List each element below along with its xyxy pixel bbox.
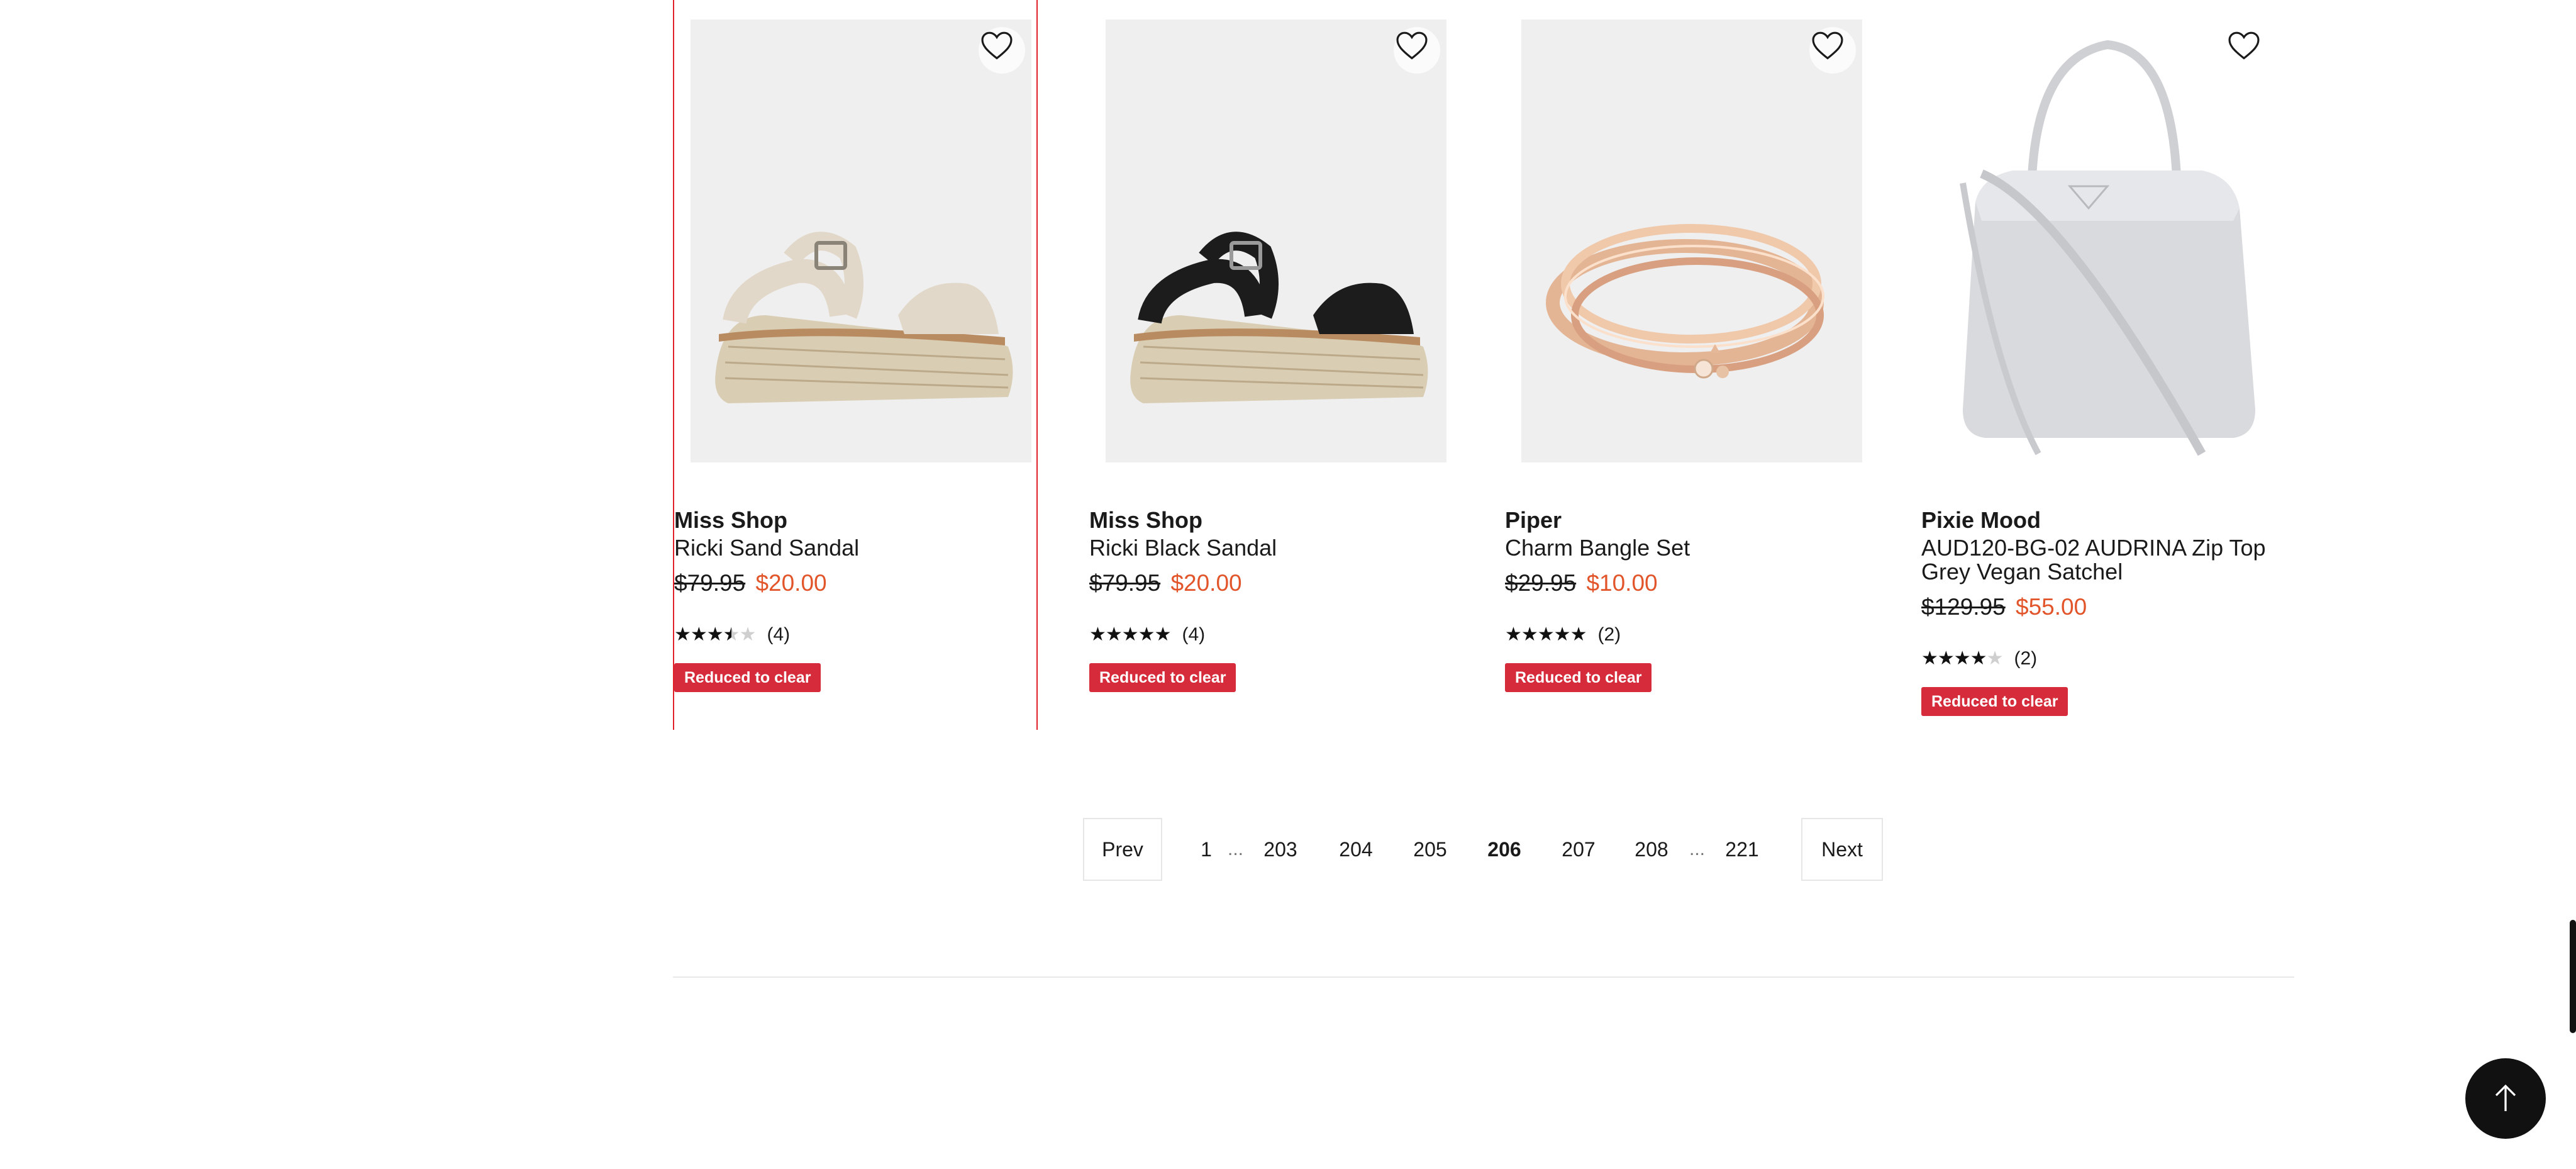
- original-price: $79.95: [674, 570, 746, 596]
- product-name[interactable]: Ricki Sand Sandal: [674, 536, 1045, 560]
- page-link-current[interactable]: 206: [1484, 818, 1524, 881]
- star-rating: ★★★★★★★★★★: [1089, 624, 1171, 646]
- footer-divider: [673, 976, 2294, 978]
- product-brand[interactable]: Miss Shop: [1089, 507, 1202, 534]
- original-price: $29.95: [1505, 570, 1577, 596]
- reduced-badge: Reduced to clear: [1089, 663, 1236, 692]
- product-price: $79.95 $20.00: [1089, 570, 1242, 596]
- reduced-badge: Reduced to clear: [1921, 687, 2068, 716]
- sale-price: $20.00: [755, 570, 827, 596]
- product-price: $29.95 $10.00: [1505, 570, 1658, 596]
- product-rating[interactable]: ★★★★★★★★★★ (4): [674, 624, 790, 646]
- heart-icon: [2228, 31, 2260, 60]
- bangle-image: [1546, 224, 1824, 379]
- product-brand[interactable]: Miss Shop: [674, 507, 787, 534]
- page-link-221[interactable]: 221: [1722, 818, 1762, 881]
- product-brand[interactable]: Pixie Mood: [1921, 507, 2041, 534]
- rating-count: (2): [2014, 648, 2038, 669]
- sale-price: $10.00: [1586, 570, 1658, 596]
- page-link-1[interactable]: 1: [1195, 818, 1218, 881]
- page-link-204[interactable]: 204: [1336, 818, 1376, 881]
- product-image[interactable]: [1521, 20, 1862, 462]
- product-card[interactable]: Piper Charm Bangle Set $29.95 $10.00 ★★★…: [1505, 0, 1870, 730]
- page-link-203[interactable]: 203: [1260, 818, 1301, 881]
- pagination-ellipsis: ...: [1228, 839, 1244, 859]
- rating-count: (4): [767, 624, 791, 645]
- reduced-badge: Reduced to clear: [1505, 663, 1652, 692]
- sandal-image: [715, 232, 1013, 403]
- product-brand[interactable]: Piper: [1505, 507, 1562, 534]
- wishlist-button[interactable]: [979, 27, 1025, 74]
- product-name[interactable]: Ricki Black Sandal: [1089, 536, 1460, 560]
- wishlist-button[interactable]: [2226, 27, 2272, 74]
- sale-price: $55.00: [2016, 594, 2087, 620]
- heart-icon: [1812, 31, 1843, 60]
- product-name[interactable]: Charm Bangle Set: [1505, 536, 1876, 560]
- product-card[interactable]: Pixie Mood AUD120-BG-02 AUDRINA Zip Top …: [1921, 0, 2294, 730]
- sale-price: $20.00: [1170, 570, 1242, 596]
- star-rating: ★★★★★★★★★★: [1505, 624, 1587, 646]
- original-price: $79.95: [1089, 570, 1161, 596]
- product-rating[interactable]: ★★★★★★★★★★ (2): [1505, 624, 1621, 646]
- rating-count: (4): [1182, 624, 1206, 645]
- page-link-205[interactable]: 205: [1410, 818, 1450, 881]
- reduced-badge: Reduced to clear: [674, 663, 821, 692]
- product-price: $79.95 $20.00: [674, 570, 827, 596]
- original-price: $129.95: [1921, 594, 2006, 620]
- page-link-208[interactable]: 208: [1631, 818, 1672, 881]
- product-image[interactable]: [1106, 20, 1446, 462]
- wishlist-button[interactable]: [1394, 27, 1440, 74]
- product-card[interactable]: Miss Shop Ricki Black Sandal $79.95 $20.…: [1089, 0, 1454, 730]
- satchel-image: [1960, 40, 2255, 456]
- wishlist-button[interactable]: [1809, 27, 1856, 74]
- pagination-ellipsis: ...: [1689, 839, 1706, 859]
- heart-icon: [1396, 31, 1428, 60]
- rating-count: (2): [1597, 624, 1621, 645]
- product-card[interactable]: Miss Shop Ricki Sand Sandal $79.95 $20.0…: [673, 0, 1038, 730]
- heart-icon: [981, 31, 1013, 60]
- product-image[interactable]: [691, 20, 1031, 462]
- back-to-top-button[interactable]: [2465, 1058, 2546, 1139]
- product-rating[interactable]: ★★★★★★★★★★ (2): [1921, 648, 2037, 669]
- prev-button[interactable]: Prev: [1083, 818, 1162, 881]
- product-image[interactable]: [1938, 20, 2279, 462]
- next-button[interactable]: Next: [1801, 818, 1883, 881]
- product-price: $129.95 $55.00: [1921, 594, 2087, 620]
- arrow-up-icon: [2495, 1084, 2516, 1111]
- page-link-207[interactable]: 207: [1558, 818, 1599, 881]
- scrollbar-thumb[interactable]: [2570, 920, 2576, 1033]
- product-rating[interactable]: ★★★★★★★★★★ (4): [1089, 624, 1205, 646]
- star-rating: ★★★★★★★★★★: [1921, 647, 2003, 669]
- product-name[interactable]: AUD120-BG-02 AUDRINA Zip Top Grey Vegan …: [1921, 536, 2292, 584]
- product-grid: Miss Shop Ricki Sand Sandal $79.95 $20.0…: [673, 0, 2294, 730]
- pagination: Prev 1 ... 203 204 205 206 207 208 ... 2…: [0, 818, 2576, 883]
- star-rating: ★★★★★★★★★★: [674, 624, 756, 646]
- sandal-image: [1130, 232, 1428, 403]
